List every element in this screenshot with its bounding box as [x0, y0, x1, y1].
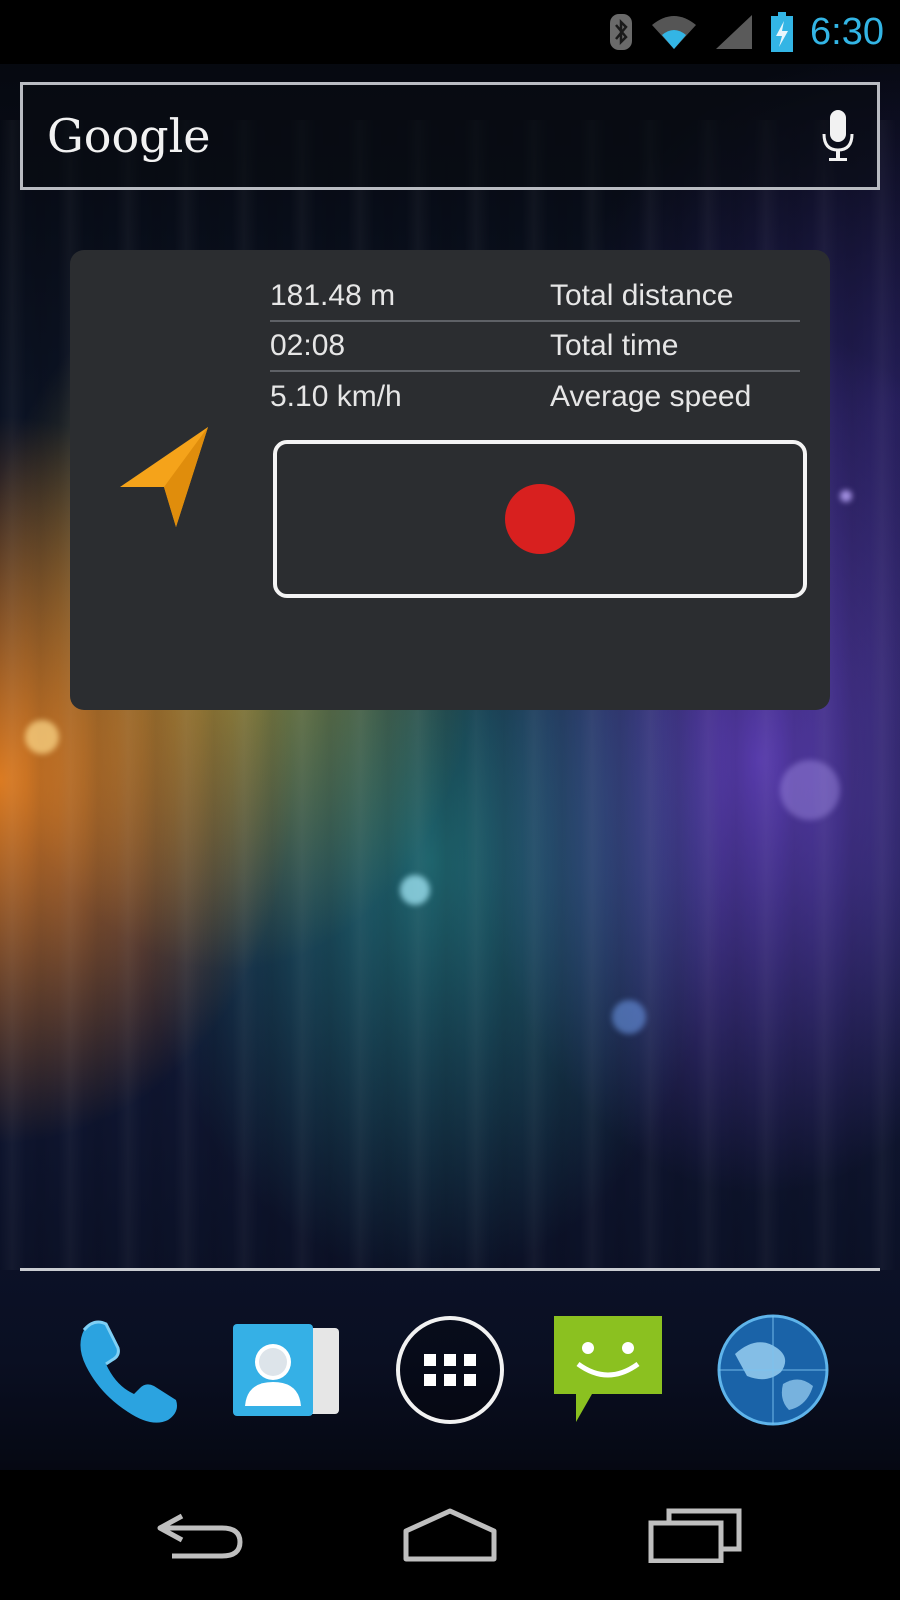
stat-label: Total distance	[550, 279, 734, 312]
google-logo: Google	[47, 109, 211, 163]
record-button[interactable]	[273, 440, 807, 598]
stat-value: 02:08	[270, 329, 346, 362]
stat-row-speed: 5.10 km/h Average speed	[270, 372, 800, 422]
stats-list: 181.48 m Total distance 02:08 Total time…	[270, 272, 800, 422]
bokeh-dot	[780, 760, 840, 820]
dock-divider	[20, 1268, 880, 1271]
dock	[0, 1310, 900, 1450]
browser-icon[interactable]	[713, 1310, 833, 1430]
clock: 6:30	[810, 10, 884, 53]
mic-icon[interactable]	[821, 108, 855, 164]
status-bar: 6:30	[0, 0, 900, 64]
stat-row-distance: 181.48 m Total distance	[270, 272, 800, 322]
signal-icon	[714, 13, 754, 51]
google-search-bar[interactable]: Google	[20, 82, 880, 190]
home-icon[interactable]	[395, 1500, 505, 1570]
messaging-icon[interactable]	[548, 1310, 668, 1430]
stat-value: 5.10 km/h	[270, 380, 402, 413]
wifi-icon	[650, 13, 698, 51]
battery-charging-icon	[770, 12, 794, 52]
all-apps-icon[interactable]	[390, 1310, 510, 1430]
bokeh-dot	[400, 875, 430, 905]
stat-label: Total time	[550, 329, 679, 362]
stat-label: Average speed	[550, 380, 752, 413]
stat-value: 181.48 m	[270, 279, 396, 312]
stat-row-time: 02:08 Total time	[270, 322, 800, 372]
bokeh-dot	[840, 490, 852, 502]
navigation-bar	[0, 1470, 900, 1600]
bokeh-dot	[25, 720, 59, 754]
tracker-widget[interactable]: 181.48 m Total distance 02:08 Total time…	[70, 250, 830, 710]
back-icon[interactable]	[145, 1500, 255, 1570]
recent-apps-icon[interactable]	[640, 1500, 750, 1570]
navigation-arrow-icon	[118, 425, 212, 533]
contacts-icon[interactable]	[225, 1310, 345, 1430]
bluetooth-icon	[608, 13, 634, 51]
bokeh-dot	[612, 1000, 646, 1034]
phone-icon[interactable]	[68, 1310, 188, 1430]
record-icon	[505, 484, 575, 554]
